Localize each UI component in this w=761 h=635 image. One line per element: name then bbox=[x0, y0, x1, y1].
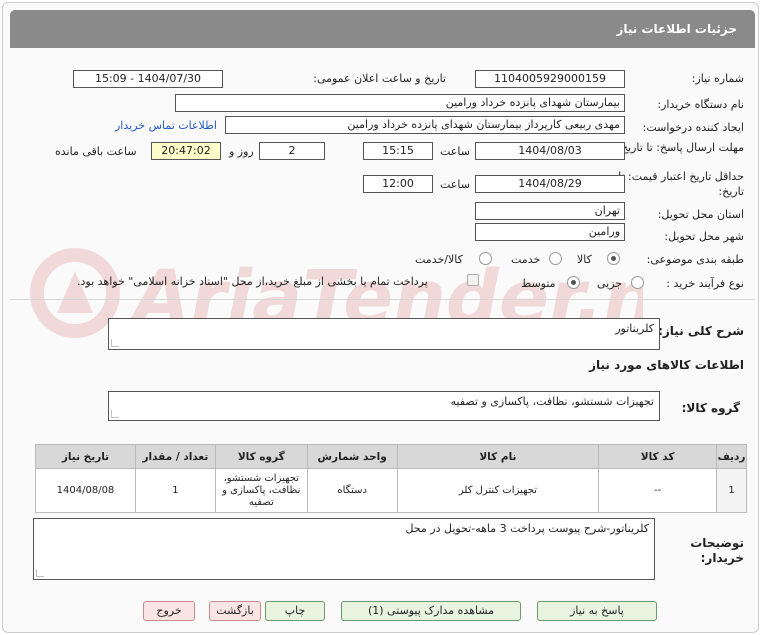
table-header-row: ردیف کد کالا نام کالا واحد شمارش گروه کا… bbox=[35, 444, 747, 469]
announce-label: تاریخ و ساعت اعلان عمومی: bbox=[313, 72, 446, 85]
cell-qty: 1 bbox=[134, 468, 216, 513]
creator-label: ایجاد کننده درخواست: bbox=[642, 121, 744, 134]
back-button[interactable]: بازگشت bbox=[209, 601, 261, 621]
reply-button[interactable]: پاسخ به نیاز bbox=[537, 601, 657, 621]
summary-text: کلریناتور bbox=[615, 322, 654, 335]
col-header-date: تاریخ نیاز bbox=[35, 444, 136, 469]
need-number-label: شماره نیاز: bbox=[691, 72, 744, 85]
province-label: استان محل تحویل: bbox=[657, 208, 744, 221]
col-header-row: ردیف bbox=[716, 444, 747, 469]
goods-group-text: تجهیزات شستشو، نظافت، پاکسازی و تصفیه bbox=[450, 395, 654, 408]
send-time-field: 15:15 bbox=[363, 142, 433, 160]
creator-field: مهدی ربیعی کارپرداز بیمارستان شهدای پانز… bbox=[225, 116, 625, 134]
send-deadline-label: مهلت ارسال پاسخ: تا تاریخ: bbox=[617, 141, 744, 154]
category-label: طبقه بندی موضوعی: bbox=[646, 253, 744, 266]
cell-date: 1404/08/08 bbox=[35, 468, 136, 513]
province-field: تهران bbox=[475, 202, 625, 220]
category-option-service: خدمت bbox=[511, 253, 541, 266]
table-row: 1 -- تجهیزات کنترل کلر دستگاه تجهیزات شس… bbox=[35, 468, 747, 513]
cell-group: تجهیزات شستشو، نظافت، پاکسازی و تصفیه bbox=[214, 468, 308, 513]
remaining-time-field: 20:47:02 bbox=[151, 142, 221, 160]
buyer-org-label: نام دستگاه خریدار: bbox=[657, 98, 744, 111]
treasury-payment-checkbox[interactable] bbox=[467, 274, 479, 286]
category-option-goods: کالا bbox=[577, 253, 592, 266]
notes-label: توضیحات خریدار: bbox=[690, 536, 744, 565]
cell-unit: دستگاه bbox=[306, 468, 398, 513]
process-radio-medium[interactable] bbox=[567, 276, 580, 289]
summary-label: شرح کلی نیاز: bbox=[658, 324, 744, 338]
contact-info-link[interactable]: اطلاعات تماس خریدار bbox=[115, 119, 217, 132]
validity-time-label: ساعت bbox=[440, 178, 470, 191]
treasury-payment-note: پرداخت تمام یا بخشی از مبلغ خرید،از محل … bbox=[77, 275, 428, 288]
col-header-qty: تعداد / مقدار bbox=[134, 444, 216, 469]
category-radio-both[interactable] bbox=[479, 252, 492, 265]
col-header-unit: واحد شمارش bbox=[306, 444, 398, 469]
send-date-field: 1404/08/03 bbox=[475, 142, 625, 160]
category-option-both: کالا/خدمت bbox=[415, 253, 463, 266]
category-radio-service[interactable] bbox=[549, 252, 562, 265]
col-header-name: نام کالا bbox=[396, 444, 600, 469]
print-button[interactable]: چاپ bbox=[265, 601, 325, 621]
col-header-code: کد کالا bbox=[598, 444, 718, 469]
resize-grip-icon[interactable] bbox=[111, 410, 119, 418]
send-time-label: ساعت bbox=[440, 145, 470, 158]
view-documents-button[interactable]: مشاهده مدارک پیوستی (1) bbox=[341, 601, 521, 621]
goods-info-title: اطلاعات کالاهای مورد نیاز bbox=[589, 358, 744, 372]
remaining-label: ساعت باقی مانده bbox=[55, 145, 137, 158]
cell-row: 1 bbox=[716, 468, 747, 513]
section-divider bbox=[10, 299, 755, 300]
resize-grip-icon[interactable] bbox=[111, 339, 119, 347]
process-label: نوع فرآیند خرید : bbox=[666, 277, 744, 290]
announce-field: 1404/07/30 - 15:09 bbox=[73, 70, 223, 88]
process-radio-minor[interactable] bbox=[631, 276, 644, 289]
days-label: روز و bbox=[229, 145, 254, 158]
notes-textarea: کلریناتور-شرح پیوست پرداخت 3 ماهه-تحویل … bbox=[33, 518, 655, 580]
cell-code: -- bbox=[598, 468, 718, 513]
need-number-field: 1104005929000159 bbox=[475, 70, 625, 88]
items-table: ردیف کد کالا نام کالا واحد شمارش گروه کا… bbox=[35, 444, 747, 513]
category-radio-goods[interactable] bbox=[607, 252, 620, 265]
page-header: جزئیات اطلاعات نیاز bbox=[10, 10, 755, 48]
process-option-minor: جزیی bbox=[597, 277, 623, 290]
col-header-group: گروه کالا bbox=[214, 444, 308, 469]
page-frame: جزئیات اطلاعات نیاز AriaTender.neT شماره… bbox=[2, 2, 759, 633]
summary-textarea: کلریناتور bbox=[108, 318, 660, 350]
page-title: جزئیات اطلاعات نیاز bbox=[616, 22, 737, 36]
city-label: شهر محل تحویل: bbox=[664, 230, 744, 243]
process-option-medium: متوسط bbox=[521, 277, 556, 290]
exit-button[interactable]: خروج bbox=[143, 601, 195, 621]
goods-group-label: گروه کالا: bbox=[681, 401, 740, 415]
resize-grip-icon[interactable] bbox=[36, 569, 44, 577]
city-field: ورامین bbox=[475, 223, 625, 241]
validity-label: حداقل تاریخ اعتبار قیمت: تا تاریخ: bbox=[618, 170, 744, 198]
validity-date-field: 1404/08/29 bbox=[475, 175, 625, 193]
buyer-org-field: بیمارستان شهدای پانزده خرداد ورامین bbox=[175, 94, 625, 112]
notes-text: کلریناتور-شرح پیوست پرداخت 3 ماهه-تحویل … bbox=[405, 522, 649, 535]
cell-name: تجهیزات کنترل کلر bbox=[396, 468, 600, 513]
validity-time-field: 12:00 bbox=[363, 175, 433, 193]
days-field: 2 bbox=[259, 142, 325, 160]
goods-group-textarea: تجهیزات شستشو، نظافت، پاکسازی و تصفیه bbox=[108, 391, 660, 421]
